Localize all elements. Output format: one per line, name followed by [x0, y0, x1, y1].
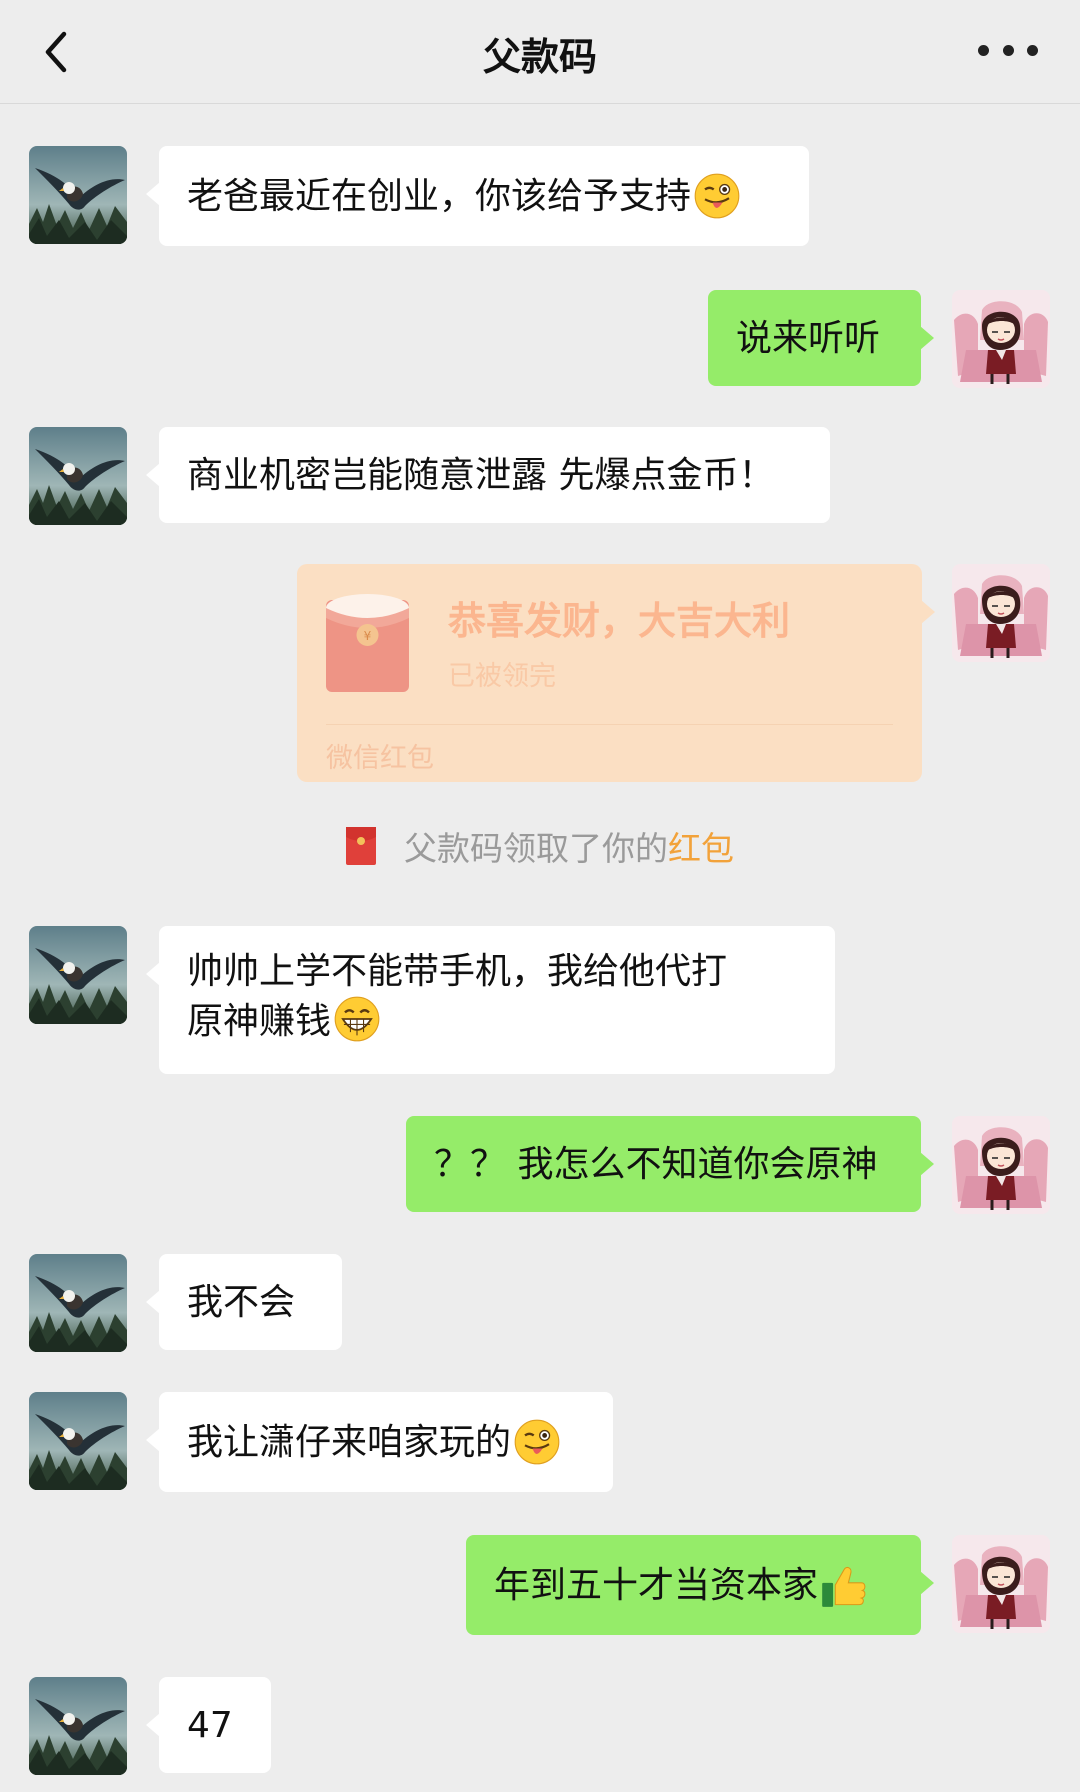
incoming-message[interactable]: 商业机密岂能随意泄露 先爆点金币！ [146, 427, 830, 523]
red-packet-footer: 微信红包 [326, 743, 434, 774]
outgoing-message[interactable]: 说来听听 [708, 290, 934, 386]
chat-title: 父款码 [482, 35, 597, 79]
svg-text:¥: ¥ [364, 629, 372, 643]
my-avatar[interactable] [952, 1116, 1050, 1214]
red-packet-divider [326, 724, 893, 725]
red-packet-title: 恭喜发财，大吉大利 [448, 599, 791, 643]
my-avatar[interactable] [952, 564, 1050, 662]
incoming-message[interactable]: 47 [146, 1677, 271, 1773]
incoming-message[interactable]: 我不会 [146, 1254, 342, 1350]
red-packet-mini-icon [346, 827, 376, 865]
contact-avatar[interactable] [29, 146, 127, 244]
red-packet-icon: ¥ [326, 594, 409, 692]
contact-avatar[interactable] [29, 1677, 127, 1775]
incoming-message[interactable]: 我让潇仔来咱家玩的 [146, 1392, 613, 1492]
incoming-message[interactable]: 帅帅上学不能带手机，我给他代打原神赚钱 [146, 926, 835, 1074]
outgoing-message[interactable]: ？？ 我怎么不知道你会原神 [406, 1116, 934, 1212]
incoming-message[interactable]: 老爸最近在创业，你该给予支持 [146, 146, 809, 246]
system-notice-text: 父款码领取了你的 [404, 829, 668, 868]
red-packet-status: 已被领完 [448, 661, 556, 692]
message-text: 我让潇仔来咱家玩的 [187, 1421, 512, 1463]
grinning-emoji [333, 995, 381, 1043]
winking-tongue-emoji [693, 172, 741, 220]
contact-avatar[interactable] [29, 1392, 127, 1490]
more-dots-icon[interactable] [978, 30, 1038, 70]
message-text: 商业机密岂能随意泄露 先爆点金币！ [187, 454, 775, 496]
message-text: 帅帅上学不能带手机，我给他代打原神赚钱 [187, 951, 728, 1042]
thumbs-up-emoji [820, 1561, 868, 1609]
message-text: 我不会 [187, 1281, 296, 1323]
message-text: ？？ 我怎么不知道你会原神 [434, 1143, 878, 1185]
my-avatar[interactable] [952, 290, 1050, 388]
outgoing-message[interactable]: 年到五十才当资本家 [466, 1535, 934, 1635]
my-avatar[interactable] [952, 1535, 1050, 1633]
message-text: 说来听听 [736, 317, 881, 359]
system-notice-link[interactable]: 红包 [668, 822, 734, 870]
message-text: 老爸最近在创业，你该给予支持 [187, 175, 692, 217]
chat-header: 父款码 [0, 0, 1080, 104]
system-notice: 父款码领取了你的 红包 [0, 822, 1080, 870]
winking-tongue-emoji [513, 1418, 561, 1466]
contact-avatar[interactable] [29, 1254, 127, 1352]
message-text: 年到五十才当资本家 [494, 1564, 819, 1606]
contact-avatar[interactable] [29, 427, 127, 525]
contact-avatar[interactable] [29, 926, 127, 1024]
message-text: 47 [187, 1704, 233, 1746]
red-packet-card[interactable]: ¥ 恭喜发财，大吉大利 已被领完 微信红包 [297, 564, 935, 782]
